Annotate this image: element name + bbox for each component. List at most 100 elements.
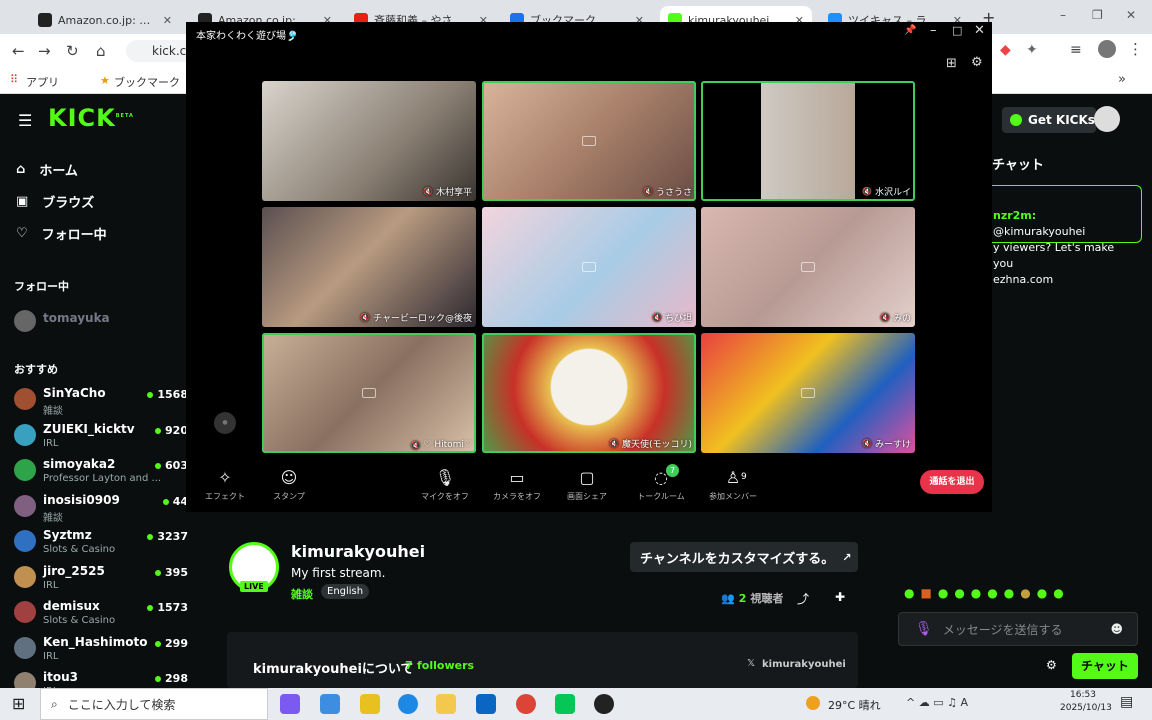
participant-tile[interactable]: 🔇 水沢ルイ <box>701 81 915 201</box>
menu-icon[interactable]: ⋮ <box>1128 40 1143 58</box>
maximize-icon[interactable]: □ <box>952 24 962 37</box>
back-icon[interactable]: ← <box>12 42 25 60</box>
media-icon[interactable]: ≡ <box>1070 42 1082 58</box>
participant-tile[interactable]: 🔇 魔天使(モッコリ) <box>482 333 696 453</box>
minimize-icon[interactable]: – <box>930 23 937 38</box>
call-control-button[interactable]: 🎙 マイクをオフ <box>410 468 480 502</box>
emote-icon[interactable]: ● <box>904 586 914 600</box>
participant-tile[interactable]: 🔇 うさうさ <box>482 81 696 201</box>
participant-tile[interactable]: 🔇 チャービーロック@後夜 <box>262 207 476 327</box>
recommended-channel[interactable]: ZUIEKI_kicktv IRL 920 <box>14 422 196 456</box>
call-control-button[interactable]: ◌ トークルーム <box>626 468 696 502</box>
recommended-channel[interactable]: SinYaCho 雑談 1568 <box>14 386 196 420</box>
chat-input[interactable]: 🎙 メッセージを送信する ☻ <box>898 612 1138 646</box>
language-tag[interactable]: English <box>321 584 370 599</box>
emote-icon[interactable]: ■ <box>920 586 931 600</box>
participant-tile[interactable]: 🔇 木村享平 <box>262 81 476 201</box>
participant-tile[interactable]: 🔇 ♡ Hitomi♡ <box>262 333 476 453</box>
participant-tile[interactable]: 🔇 みの <box>701 207 915 327</box>
app-icon[interactable] <box>360 694 380 714</box>
emote-icon[interactable]: ● <box>1004 586 1014 600</box>
weather-text[interactable]: 29°C 晴れ <box>828 697 881 713</box>
call-control-button[interactable]: ☺ スタンプ <box>254 468 324 502</box>
nav-item-label: ブラウズ <box>42 196 95 211</box>
follow-icon[interactable]: ✚ <box>835 590 845 604</box>
bookmark-apps[interactable]: アプリ <box>26 74 59 90</box>
browse-icon: ▣ <box>16 194 29 209</box>
settings-icon[interactable]: ⚙ <box>971 55 983 70</box>
emote-icon[interactable]: ● <box>938 586 948 600</box>
category-link[interactable]: 雑談 <box>291 586 313 602</box>
more-bookmarks-icon[interactable]: » <box>1118 72 1126 87</box>
recommended-channel[interactable]: jiro_2525 IRL 395 <box>14 564 196 598</box>
emote-icon[interactable]: ● <box>1053 586 1063 600</box>
close-icon[interactable]: ✕ <box>974 23 985 38</box>
notification-icon[interactable]: ▤ <box>1120 694 1133 710</box>
minimize-icon[interactable]: – <box>1060 8 1066 22</box>
chat-icon: ◌ <box>654 468 668 487</box>
x-handle[interactable]: kimurakyouhei <box>762 659 846 670</box>
nav-item[interactable]: ⌂ ホーム <box>16 160 78 179</box>
user-avatar[interactable] <box>1094 106 1120 132</box>
close-icon[interactable]: ✕ <box>1126 8 1136 22</box>
forward-icon[interactable]: → <box>38 42 51 60</box>
share-icon[interactable]: ⤴ <box>797 590 809 607</box>
clock-time[interactable]: 16:53 <box>1070 690 1096 700</box>
mic-muted-icon: 🔇 <box>880 313 890 322</box>
tab-close-icon[interactable]: ✕ <box>163 14 172 27</box>
app-icon[interactable] <box>320 694 340 714</box>
get-kicks-button[interactable]: Get KICKs <box>1002 107 1096 133</box>
settings-icon[interactable]: ⚙ <box>1046 658 1057 672</box>
recommended-channel[interactable]: Syztmz Slots & Casino 3237 <box>14 528 196 562</box>
apps-icon[interactable]: ⠿ <box>10 73 18 86</box>
taskbar-search[interactable]: ⌕ ここに入力して検索 <box>40 688 268 720</box>
chat-send-button[interactable]: チャット <box>1072 653 1138 679</box>
browser-tab[interactable]: Amazon.co.jp: SPY×FAM ✕ <box>30 6 180 34</box>
copilot-icon[interactable] <box>280 694 300 714</box>
extension-icon[interactable]: ◆ <box>1000 42 1011 58</box>
bookmark-folder[interactable]: ブックマーク <box>114 74 180 90</box>
recommended-channel[interactable]: Ken_Hashimoto IRL 299 <box>14 635 196 669</box>
emote-icon[interactable]: ● <box>954 586 964 600</box>
kick-logo[interactable]: KICKBETA <box>48 104 134 132</box>
puzzle-icon[interactable]: ✦ <box>1026 42 1038 58</box>
app-icon[interactable] <box>594 694 614 714</box>
line-icon[interactable] <box>555 694 575 714</box>
tray-icons[interactable]: ^ ☁ ▭ ♫ A <box>906 696 968 709</box>
leave-call-button[interactable]: 通話を退出 <box>920 470 984 494</box>
following-channel[interactable]: tomayuka <box>14 308 196 342</box>
call-control-button[interactable]: ♙ 参加メンバー <box>698 468 768 502</box>
pin-icon[interactable]: 📌 <box>904 25 916 36</box>
edge-icon[interactable] <box>398 694 418 714</box>
emote-icon[interactable]: ● <box>971 586 981 600</box>
hamburger-icon[interactable]: ☰ <box>18 111 32 130</box>
call-control-button[interactable]: ✧ エフェクト <box>190 468 260 502</box>
restore-icon[interactable]: ❐ <box>1092 8 1103 22</box>
participant-tile[interactable]: 🔇 みーすけ <box>701 333 915 453</box>
start-icon[interactable]: ⊞ <box>12 694 25 713</box>
emote-icon[interactable]: ● <box>1020 586 1030 600</box>
call-control-button[interactable]: ▭ カメラをオフ <box>482 468 552 502</box>
nav-item[interactable]: ▣ ブラウズ <box>16 192 94 211</box>
nav-item[interactable]: ♡ フォロー中 <box>16 224 107 243</box>
call-control-button[interactable]: ▢ 画面シェア <box>552 468 622 502</box>
customize-channel-button[interactable]: チャンネルをカスタマイズする。 ↗ <box>630 542 858 572</box>
grid-view-icon[interactable]: ⊞ <box>946 56 957 71</box>
recommended-channel[interactable]: demisux Slots & Casino 1573 <box>14 599 196 633</box>
profile-avatar[interactable] <box>1098 40 1116 58</box>
folder-icon[interactable] <box>436 694 456 714</box>
emoji-icon[interactable]: ☻ <box>1110 622 1123 636</box>
mic-icon[interactable]: 🎙 <box>915 621 933 637</box>
emote-icon[interactable]: ● <box>1037 586 1047 600</box>
call-title: 本家わくわく遊び場🎐 <box>196 31 299 42</box>
chrome-icon[interactable] <box>516 694 536 714</box>
recommended-channel[interactable]: inosisi0909 雑談 44 <box>14 493 196 527</box>
emote-icon[interactable]: ● <box>987 586 997 600</box>
home-browser-icon[interactable]: ⌂ <box>96 42 106 60</box>
recommended-channel[interactable]: simoyaka2 Professor Layton and ... 603 <box>14 457 196 491</box>
clock-date[interactable]: 2025/10/13 <box>1060 703 1112 713</box>
channel-name[interactable]: kimurakyouhei <box>291 542 425 561</box>
participant-tile[interactable]: 🔇 ちび坦 <box>482 207 696 327</box>
reload-icon[interactable]: ↻ <box>66 42 79 60</box>
outlook-icon[interactable] <box>476 694 496 714</box>
